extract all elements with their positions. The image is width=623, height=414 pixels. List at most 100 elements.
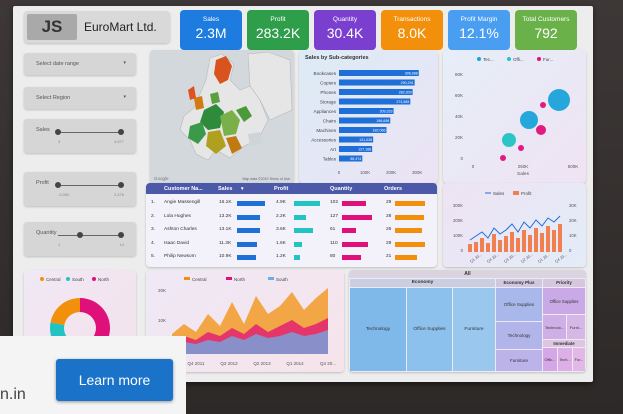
subcat-value: 282,309 <box>399 91 412 95</box>
orders-bar <box>395 201 425 206</box>
sort-descending-icon[interactable]: ▾ <box>241 186 244 192</box>
customer-table: Customer Na... Sales ▾ Profit Quantity O… <box>146 183 437 267</box>
treemap-cell[interactable]: Office Supplies <box>496 288 542 321</box>
treemap-group-immediate[interactable]: Immediate Offic... Tech... Fur... <box>543 340 585 371</box>
y-left-tick: 300K <box>453 203 463 208</box>
group-title: Immediate <box>543 340 585 347</box>
treemap-cell[interactable]: Technology <box>496 322 542 349</box>
bubble-point <box>502 133 516 147</box>
subcat-value: 290,291 <box>401 81 414 85</box>
treemap-cell[interactable]: Tech... <box>558 348 572 371</box>
profit-value: 4.9K <box>276 200 286 205</box>
chevron-down-icon: ▾ <box>123 94 126 100</box>
bubble-point <box>518 145 524 151</box>
profit-value: 2.2K <box>276 213 286 219</box>
legend-label: South <box>72 277 84 282</box>
treemap-cell[interactable]: Furniture <box>496 350 542 371</box>
logo-badge: JS <box>27 14 77 40</box>
profit-bar <box>468 244 472 252</box>
table-row[interactable]: 1. Angie Massengill 16.1K 4.9K 102 29 <box>146 198 437 209</box>
slider-track <box>58 132 124 133</box>
table-row[interactable]: 5. Philip Newsom 10.9K 1.2K 80 21 <box>146 252 437 263</box>
table-row[interactable]: 3. Ashton Charles 13.1K 3.6K 61 26 <box>146 225 437 236</box>
subcat-value: 273,585 <box>396 100 409 104</box>
header-customer[interactable]: Customer Na... <box>164 186 203 192</box>
y-tick: 80K <box>455 72 463 77</box>
orders-value: 28 <box>386 213 392 219</box>
customer-name: Philip Newsom <box>164 254 196 259</box>
legend-label: Fur... <box>543 57 553 62</box>
bubble-point <box>500 155 506 161</box>
table-row[interactable]: 2. Lola Hughes 13.2K 2.2K 127 28 <box>146 212 437 223</box>
orders-value: 29 <box>386 240 392 246</box>
slider-max-value: 4,677 <box>113 139 124 144</box>
quantity-bar <box>342 214 372 220</box>
date-range-select[interactable]: Select date range ▾ <box>24 53 136 75</box>
row-index: 3. <box>151 227 156 232</box>
quantity-bar <box>342 255 361 260</box>
orders-bar <box>395 255 417 260</box>
subcat-label: Phones <box>320 90 336 95</box>
treemap-cell[interactable]: Furniture <box>453 288 495 371</box>
sales-range-slider[interactable]: Sales 3 4,677 <box>24 119 136 153</box>
kpi-title: Total Customers <box>522 16 570 23</box>
profit-bar <box>546 226 550 252</box>
slider-max-handle[interactable] <box>118 182 124 188</box>
y-left-tick: 0 <box>461 248 464 253</box>
treemap-cell[interactable]: Offic... <box>543 348 557 371</box>
legend-label: North <box>234 277 246 282</box>
treemap-cell[interactable]: Technolo... <box>543 315 566 339</box>
legend-label: South <box>276 277 288 282</box>
subcat-value: 209,333 <box>380 110 393 114</box>
quantity-range-slider[interactable]: Quantity 1 14 <box>24 222 136 256</box>
subcat-tick: 100K <box>360 170 370 175</box>
slider-max-handle[interactable] <box>118 232 124 238</box>
learn-more-button[interactable]: Learn more <box>56 359 173 401</box>
orders-value: 21 <box>386 254 392 259</box>
legend-swatch <box>184 277 190 280</box>
y-left-tick: 200K <box>453 218 463 223</box>
treemap-cell[interactable]: Technology <box>350 288 406 371</box>
slider-min-handle[interactable] <box>77 232 83 238</box>
treemap-group-priority[interactable]: Priority Office Supplies Technolo... Fur… <box>543 279 585 339</box>
dashboard-screenshot: JS EuroMart Ltd. Sales 2.3M Profit 283.2K … <box>13 6 593 382</box>
slider-min-handle[interactable] <box>55 129 61 135</box>
bubble-chart: Tec... Offi... Fur... 80K 60K 40K 20K 0 0 250K 500… <box>443 50 586 183</box>
quantity-bar <box>342 228 357 233</box>
profit-bar <box>294 255 301 260</box>
treemap-cell[interactable]: Office Supplies <box>543 288 585 314</box>
subcat-label: Tables <box>323 157 337 162</box>
header-sales[interactable]: Sales <box>218 186 232 192</box>
treemap-cell[interactable]: Fur... <box>573 348 585 371</box>
treemap-group-economy-plus[interactable]: Economy Plus Office Supplies Technology … <box>496 279 542 371</box>
kpi-profit: Profit 283.2K <box>247 10 309 50</box>
header-profit[interactable]: Profit <box>274 186 288 192</box>
site-domain-text: n.in <box>0 386 26 403</box>
orders-value: 26 <box>386 227 392 232</box>
header-orders[interactable]: Orders <box>384 186 402 192</box>
map-attribution: Map data ©2019 Terms of Use <box>242 177 290 181</box>
slider-label: Quantity <box>36 230 57 236</box>
region-select[interactable]: Select Region ▾ <box>24 87 136 109</box>
profit-range-slider[interactable]: Profit -3,060 2,476 <box>24 172 136 206</box>
x-tick: 500K <box>568 164 579 169</box>
treemap-root-label: All <box>349 270 586 278</box>
segment-treemap: All Economy Technology Office Supplies F… <box>349 270 586 372</box>
chevron-down-icon: ▾ <box>123 60 126 66</box>
slider-min-handle[interactable] <box>55 182 61 188</box>
sales-bar <box>237 241 257 247</box>
europe-map[interactable]: Google Map data ©2019 Terms of Use <box>150 50 294 183</box>
x-tick: Q4 20... <box>486 253 499 264</box>
treemap-cell[interactable]: Office Supplies <box>407 288 452 371</box>
group-title: Priority <box>543 279 585 287</box>
slider-max-handle[interactable] <box>118 129 124 135</box>
kpi-title: Transactions <box>393 16 431 23</box>
header-quantity[interactable]: Quantity <box>330 186 352 192</box>
quantity-bar <box>342 201 367 206</box>
bubble-point <box>520 111 538 129</box>
subcat-label: Bookcases <box>314 71 337 76</box>
table-row[interactable]: 4. Isaac David 11.3K 1.6K 110 29 <box>146 239 437 250</box>
treemap-cell[interactable]: Furni... <box>567 315 585 339</box>
treemap-group-economy[interactable]: Economy Technology Office Supplies Furni… <box>350 279 495 371</box>
kpi-value: 8.0K <box>397 25 427 41</box>
